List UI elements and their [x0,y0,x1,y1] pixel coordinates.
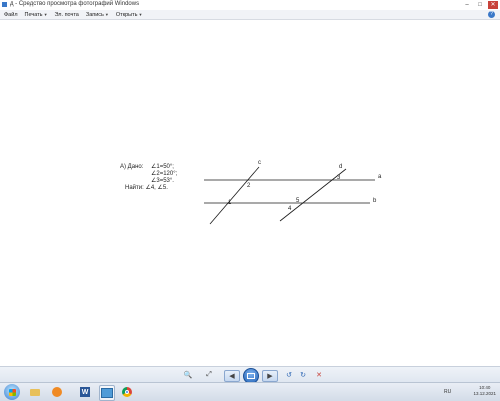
label-b: b [373,198,377,204]
taskbar-explorer[interactable] [28,385,42,399]
taskbar-word[interactable]: W [78,385,92,399]
taskbar: W RU 10:40 13.12.2021 [0,382,500,401]
window-title: д - Средство просмотра фотографий Window… [10,1,140,7]
chrome-icon [122,387,132,397]
help-icon[interactable]: ? [488,11,495,18]
angle-label-4: 4 [288,206,292,212]
media-player-icon [52,387,62,397]
image-viewer: А) Дано: ∠1=50°; ∠2=120°; ∠3=53°. Найти:… [0,21,500,366]
folder-icon [30,388,40,396]
angle-label-2: 2 [247,183,251,189]
rotate-left-icon[interactable]: ↺ [284,370,294,380]
close-button[interactable]: ✕ [488,1,498,9]
taskbar-chrome[interactable] [120,385,134,399]
slideshow-icon [247,373,255,379]
menu-open-label: Открыть [115,11,138,18]
menu-print[interactable]: Печать ▼ [25,12,48,18]
geometry-figure: c d a b 1 2 3 4 5 [204,160,382,225]
menu-file[interactable]: Файл [4,12,18,18]
photo-viewer-app-icon [2,2,7,7]
chevron-down-icon: ▼ [43,12,48,17]
menu-open[interactable]: Открыть ▼ [116,12,143,18]
next-button[interactable]: ▶ [262,370,278,382]
menu-burn-label: Запись [85,11,104,18]
previous-button[interactable]: ◀ [224,370,240,382]
taskbar-photo-viewer[interactable] [99,385,115,401]
label-a: a [378,174,382,180]
window-controls: – □ ✕ [462,1,498,9]
title-bar: д - Средство просмотра фотографий Window… [0,0,500,10]
start-button[interactable] [4,384,20,400]
start-icon [8,388,16,396]
word-icon: W [80,387,90,397]
viewer-toolbar: 🔍 ⤢ ◀ ▶ ↺ ↻ ✕ [0,366,500,384]
delete-icon[interactable]: ✕ [314,370,324,380]
clock-date: 13.12.2021 [473,391,496,396]
chevron-down-icon: ▼ [104,12,109,17]
menu-print-label: Печать [24,11,43,18]
label-d: d [339,164,342,170]
photo-viewer-icon [101,388,113,398]
menu-email-label: Эл. почта [54,11,79,18]
chevron-down-icon: ▼ [138,12,143,17]
taskbar-media-player[interactable] [50,385,64,399]
line-c [209,166,260,225]
language-indicator[interactable]: RU [444,389,451,395]
system-clock[interactable]: 10:40 13.12.2021 [473,385,496,397]
menu-email[interactable]: Эл. почта [55,12,79,18]
fit-window-icon[interactable]: ⤢ [203,370,215,380]
rotate-right-icon[interactable]: ↻ [298,370,308,380]
maximize-button[interactable]: □ [475,1,485,9]
menu-file-label: Файл [4,11,18,18]
zoom-icon[interactable]: 🔍 [181,370,195,380]
minimize-button[interactable]: – [462,1,472,9]
menu-bar: Файл Печать ▼ Эл. почта Запись ▼ Открыть… [0,10,500,20]
label-c: c [258,160,261,166]
menu-burn[interactable]: Запись ▼ [86,12,109,18]
